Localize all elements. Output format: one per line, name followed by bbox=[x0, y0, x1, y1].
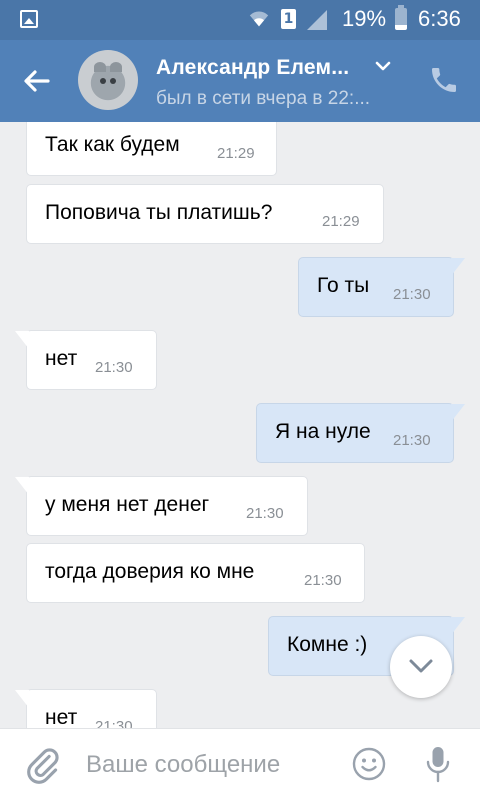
message-bubble[interactable]: Го ты 21:30 bbox=[298, 257, 465, 317]
bubble-tail bbox=[451, 404, 465, 422]
battery-percent: 19% bbox=[342, 6, 387, 31]
message-time: 21:30 bbox=[393, 286, 431, 303]
back-arrow-icon[interactable] bbox=[20, 64, 54, 98]
message-time: 21:30 bbox=[304, 572, 342, 589]
message-bubble[interactable]: у меня нет денег 21:30 bbox=[15, 476, 308, 536]
message-text: Поповича ты платишь? bbox=[45, 201, 273, 224]
message-bubble[interactable]: Поповича ты платишь? 21:29 bbox=[26, 184, 384, 244]
message-bubble[interactable]: Так как будем 21:29 bbox=[26, 122, 277, 176]
message-time: 21:29 bbox=[217, 145, 255, 162]
message-input[interactable] bbox=[86, 747, 336, 783]
message-text: Я на нуле bbox=[275, 420, 371, 443]
message-composer bbox=[0, 728, 480, 800]
message-bubble[interactable]: нет 21:30 bbox=[15, 330, 157, 390]
battery-icon bbox=[395, 5, 407, 30]
message-text: Так как будем bbox=[45, 133, 180, 156]
bubble-tail bbox=[15, 331, 29, 349]
message-text: нет bbox=[45, 706, 78, 728]
message-bubble[interactable]: Я на нуле 21:30 bbox=[256, 403, 465, 463]
message-time: 21:30 bbox=[95, 359, 133, 376]
sim-icon: 1 bbox=[281, 9, 296, 29]
message-text: Комне :) bbox=[287, 633, 368, 656]
bubble-tail bbox=[451, 617, 465, 635]
message-time: 21:29 bbox=[322, 213, 360, 230]
message-time: 21:30 bbox=[246, 505, 284, 522]
phone-icon[interactable] bbox=[428, 64, 460, 96]
paperclip-icon[interactable] bbox=[24, 745, 60, 785]
gallery-icon bbox=[20, 10, 38, 28]
contact-name[interactable]: Александр Елем... bbox=[156, 56, 349, 80]
chevron-down-icon[interactable] bbox=[374, 60, 392, 72]
signal-icon bbox=[307, 10, 327, 30]
bubble-tail bbox=[15, 477, 29, 495]
emoji-icon[interactable] bbox=[352, 747, 386, 781]
avatar[interactable] bbox=[78, 50, 138, 110]
message-text: Го ты bbox=[317, 274, 370, 297]
message-text: нет bbox=[45, 347, 78, 370]
status-bar: 1 19% 6:36 bbox=[0, 0, 480, 40]
wifi-icon bbox=[249, 11, 269, 27]
message-time: 21:30 bbox=[393, 432, 431, 449]
scroll-down-button[interactable] bbox=[390, 636, 452, 698]
bubble-tail bbox=[451, 258, 465, 276]
microphone-icon[interactable] bbox=[424, 745, 452, 785]
chevron-down-icon bbox=[409, 659, 433, 673]
chat-header: Александр Елем... был в сети вчера в 22:… bbox=[0, 40, 480, 122]
last-seen-status: был в сети вчера в 22:... bbox=[156, 88, 371, 109]
message-list[interactable]: Так как будем 21:29 Поповича ты платишь?… bbox=[0, 122, 480, 728]
message-bubble[interactable]: тогда доверия ко мне 21:30 bbox=[26, 543, 365, 603]
message-time: 21:30 bbox=[95, 718, 133, 728]
message-text: тогда доверия ко мне bbox=[45, 560, 255, 583]
clock: 6:36 bbox=[418, 6, 461, 31]
bubble-tail bbox=[15, 690, 29, 708]
message-text: у меня нет денег bbox=[45, 493, 210, 516]
message-bubble[interactable]: нет 21:30 bbox=[15, 689, 157, 728]
